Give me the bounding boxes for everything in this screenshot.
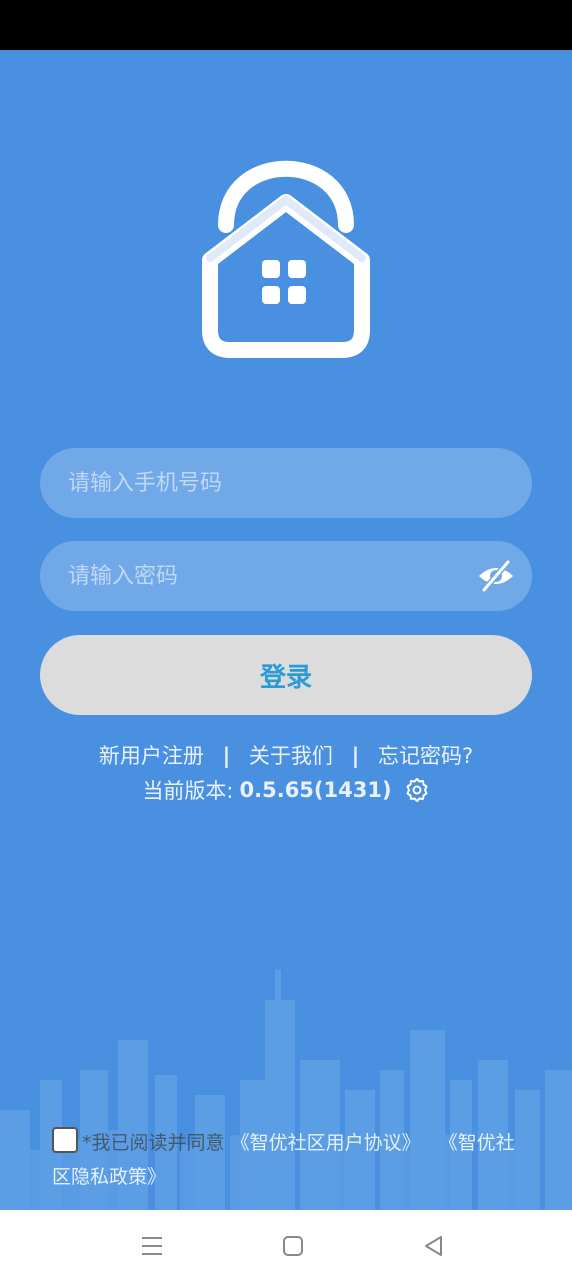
- version-label: 当前版本:: [142, 779, 234, 803]
- password-field[interactable]: [40, 541, 532, 611]
- login-screen: 登录 新用户注册 | 关于我们 | 忘记密码? 当前版本: 0.5.65(143…: [0, 50, 572, 1210]
- required-star: *: [82, 1132, 92, 1154]
- user-agreement-link[interactable]: 《智优社区用户协议》: [231, 1132, 421, 1154]
- status-bar: [0, 0, 572, 50]
- gear-icon[interactable]: [404, 777, 430, 803]
- agreement-row: *我已阅读并同意 《智优社区用户协议》 《智优社区隐私政策》: [52, 1126, 532, 1194]
- agreement-text: 我已阅读并同意: [91, 1132, 225, 1154]
- register-link[interactable]: 新用户注册: [99, 744, 204, 768]
- back-triangle-icon[interactable]: [420, 1232, 448, 1260]
- system-navigation-bar: [0, 1210, 572, 1280]
- version-row: 当前版本: 0.5.65(1431): [0, 775, 572, 805]
- password-input[interactable]: [66, 562, 450, 590]
- login-button[interactable]: 登录: [40, 635, 532, 715]
- phone-field[interactable]: [40, 448, 532, 518]
- about-us-link[interactable]: 关于我们: [249, 744, 333, 768]
- square-icon[interactable]: [279, 1232, 307, 1260]
- agreement-checkbox[interactable]: [52, 1127, 78, 1153]
- menu-icon[interactable]: [138, 1232, 166, 1260]
- links-row: 新用户注册 | 关于我们 | 忘记密码?: [0, 740, 572, 770]
- eye-off-icon[interactable]: [476, 556, 516, 596]
- separator: |: [351, 744, 360, 768]
- phone-input[interactable]: [66, 469, 450, 497]
- separator: |: [222, 744, 231, 768]
- lock-house-logo: [202, 160, 370, 358]
- forgot-password-link[interactable]: 忘记密码?: [378, 744, 473, 768]
- version-number: 0.5.65(1431): [239, 778, 392, 802]
